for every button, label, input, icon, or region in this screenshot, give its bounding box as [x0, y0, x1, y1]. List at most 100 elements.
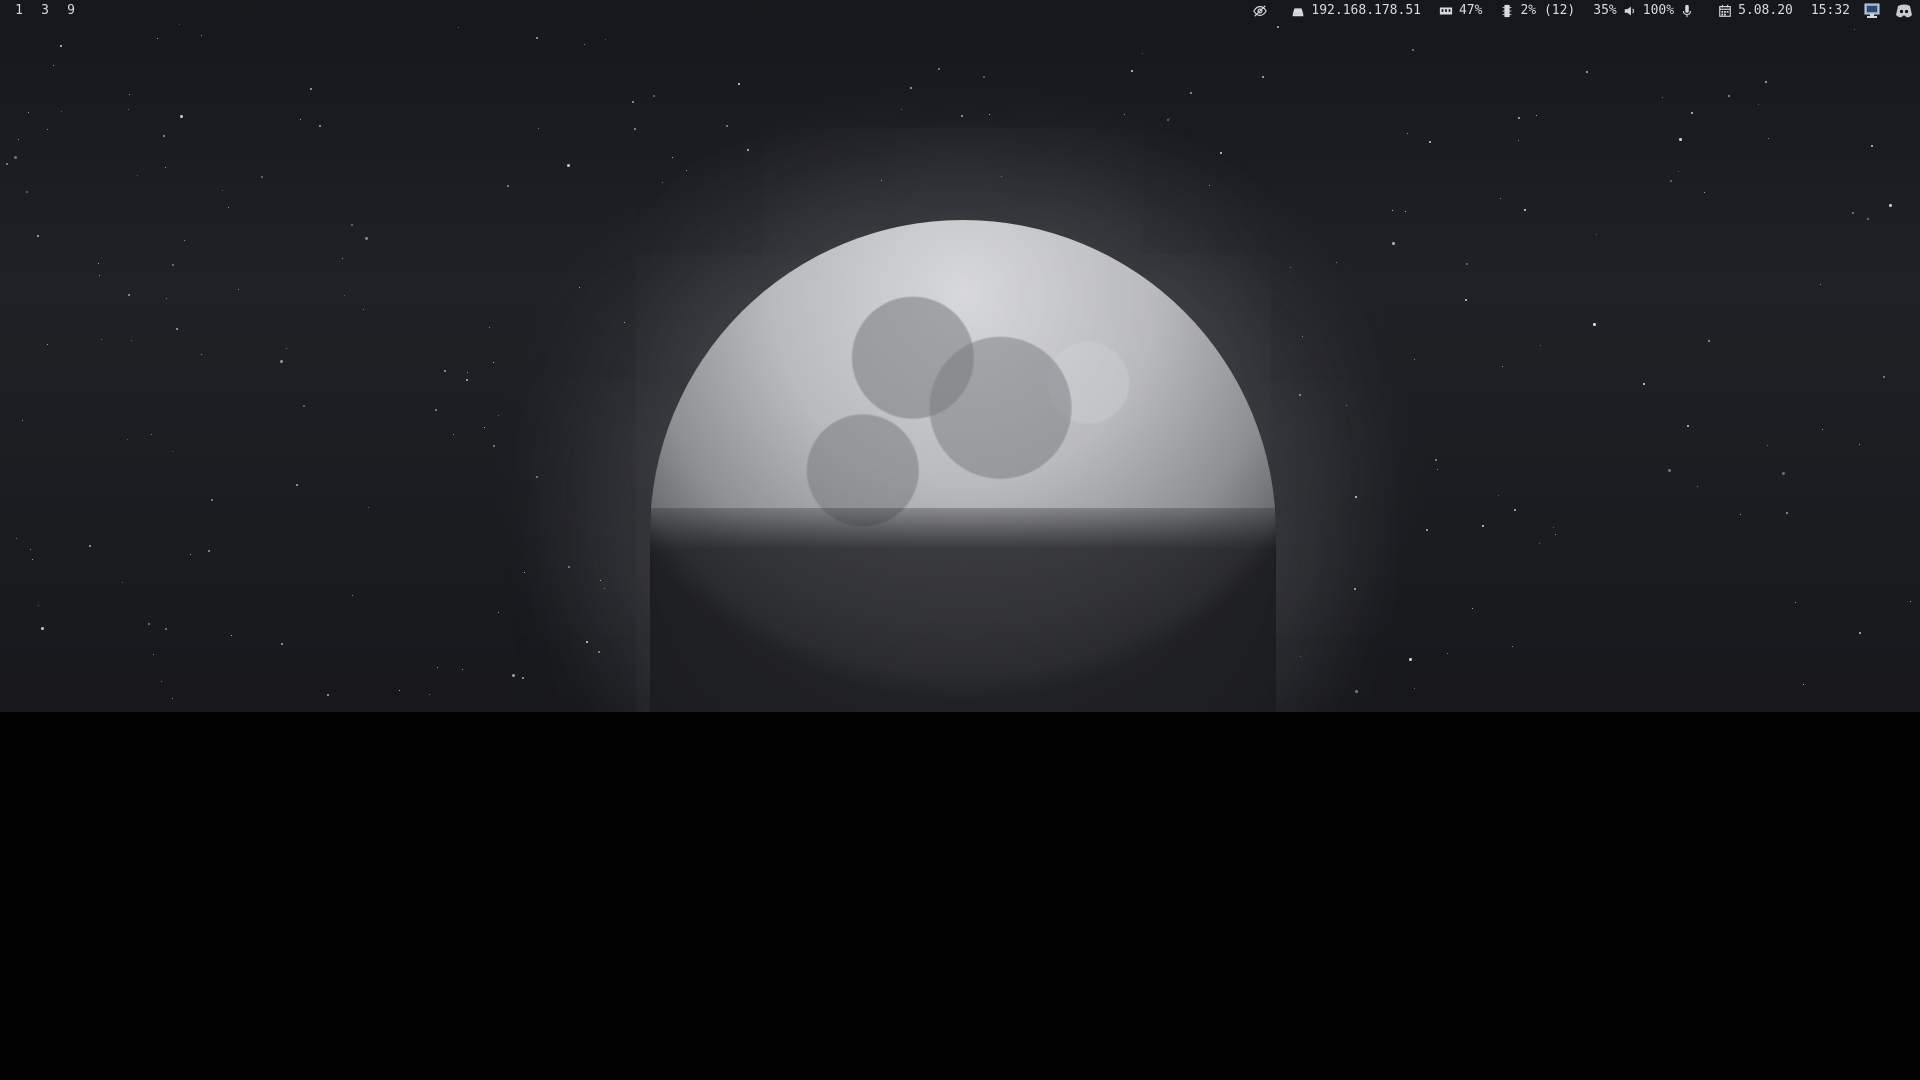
brightness-block[interactable]: 35% [1593, 0, 1616, 22]
star [1497, 495, 1499, 497]
star [1354, 689, 1358, 693]
star [1465, 298, 1468, 301]
star [37, 605, 39, 607]
star [1208, 185, 1210, 187]
workspace-9[interactable]: 9 [58, 0, 84, 22]
desktop: 1 3 9 192.168.178.51 47% 2% (12) 35% 100… [0, 0, 1920, 1080]
star [299, 119, 301, 121]
star [1299, 655, 1301, 657]
star [171, 263, 174, 266]
star [435, 408, 438, 411]
star [1392, 210, 1394, 212]
star [461, 669, 463, 671]
star [900, 109, 902, 111]
memory-block[interactable]: 47% [1439, 0, 1482, 22]
star [1514, 508, 1517, 511]
star [89, 545, 92, 548]
star [989, 113, 991, 115]
star [1691, 111, 1694, 114]
star [536, 37, 539, 40]
star [1795, 602, 1797, 604]
star [436, 666, 438, 668]
star [1767, 138, 1769, 140]
star [1436, 468, 1438, 470]
star [1391, 241, 1395, 245]
star [237, 289, 239, 291]
privacy-indicator[interactable] [1253, 4, 1273, 18]
star [428, 693, 430, 695]
star [737, 83, 740, 86]
star [295, 484, 298, 487]
display-tray-icon[interactable] [1862, 2, 1882, 20]
clock-block[interactable]: 15:32 [1811, 0, 1850, 22]
star [136, 174, 138, 176]
star [1553, 526, 1555, 528]
star [1910, 600, 1912, 602]
star [227, 207, 229, 209]
star [1219, 152, 1222, 155]
cpu-icon [1500, 4, 1514, 18]
star [493, 361, 494, 363]
star [1413, 688, 1415, 690]
star [364, 237, 368, 241]
cpu-block[interactable]: 2% (12) [1500, 0, 1575, 22]
volume-block[interactable]: 100% [1623, 0, 1674, 22]
workspace-3[interactable]: 3 [32, 0, 58, 22]
star [1662, 96, 1664, 98]
star [160, 680, 162, 682]
star [285, 348, 287, 350]
star [881, 180, 883, 182]
star [1669, 180, 1672, 183]
star [631, 100, 634, 103]
star [171, 697, 173, 699]
star [1001, 175, 1003, 177]
star [506, 184, 509, 187]
network-block[interactable]: 192.168.178.51 [1291, 0, 1421, 22]
star [175, 328, 178, 331]
star [1585, 70, 1588, 73]
discord-tray-icon[interactable] [1894, 2, 1914, 20]
star [1189, 91, 1192, 94]
star [36, 234, 39, 237]
star [163, 134, 166, 137]
star [522, 677, 524, 680]
star [598, 651, 601, 654]
star [524, 571, 526, 573]
date-block[interactable]: 5.08.20 [1718, 0, 1793, 22]
cpu-usage: 2% (12) [1520, 3, 1576, 18]
star [1425, 529, 1428, 532]
workspace-1[interactable]: 1 [6, 0, 32, 22]
star [1169, 117, 1171, 119]
memory-usage: 47% [1458, 3, 1483, 18]
star [221, 189, 223, 191]
star [183, 240, 185, 242]
star [1429, 141, 1432, 144]
star [961, 114, 964, 117]
star [165, 167, 167, 169]
star [1277, 26, 1280, 29]
star [1355, 495, 1358, 498]
star [150, 434, 152, 436]
star [1766, 445, 1768, 447]
star [492, 445, 495, 448]
star [1592, 323, 1596, 327]
star [1412, 48, 1415, 51]
star [261, 176, 264, 179]
star [1524, 209, 1527, 212]
star [344, 294, 346, 296]
star [488, 326, 490, 328]
star [279, 359, 283, 363]
star [1803, 683, 1805, 685]
star [1678, 171, 1680, 173]
star [1123, 113, 1125, 115]
mic-block[interactable] [1680, 4, 1700, 18]
star [1728, 95, 1731, 98]
star [178, 24, 180, 26]
star [1696, 486, 1698, 488]
star [17, 138, 19, 140]
star [1471, 607, 1473, 609]
star [1708, 340, 1711, 343]
star [200, 34, 202, 36]
star [726, 125, 729, 128]
star [16, 538, 18, 540]
